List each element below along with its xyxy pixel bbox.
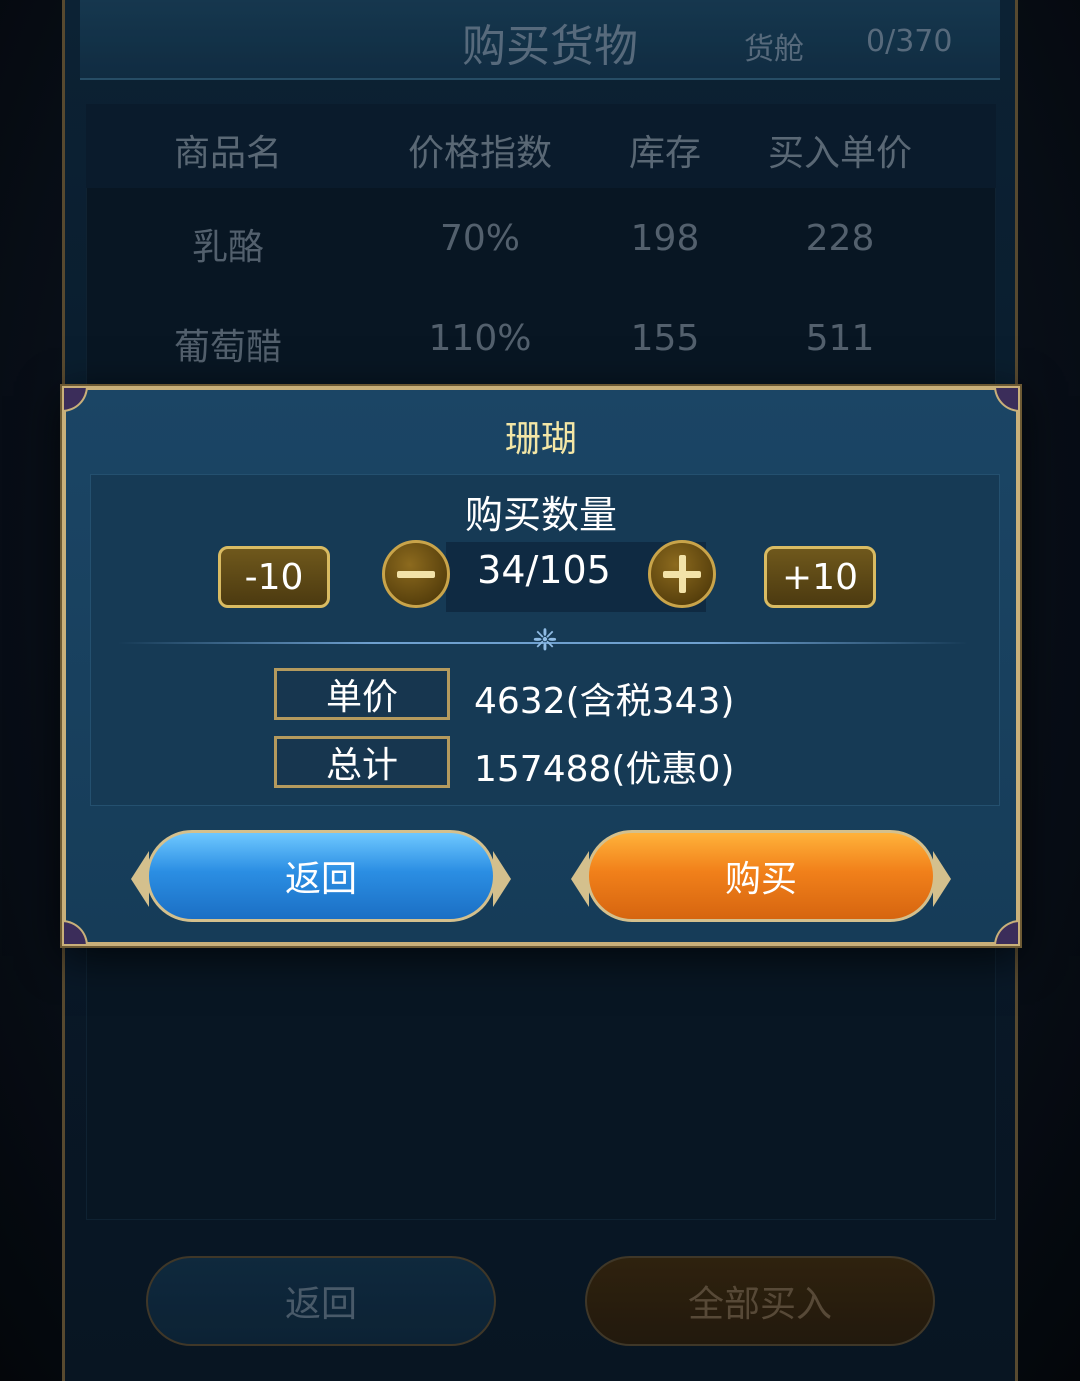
corner-ornament <box>62 386 88 412</box>
increment-button[interactable] <box>648 540 716 608</box>
dialog-item-name: 珊瑚 <box>504 419 577 460</box>
screen: 购买货物 货舱 0/370 商品名 价格指数 库存 买入单价 乳酪 70% 19… <box>0 0 1080 1381</box>
total-label: 总计 <box>274 736 450 788</box>
decrement-button[interactable] <box>382 540 450 608</box>
dialog-back-button[interactable]: 返回 <box>131 830 511 922</box>
unit-price-label: 单价 <box>274 668 450 720</box>
minus-icon <box>397 571 435 578</box>
corner-ornament <box>62 920 88 946</box>
dialog-back-label: 返回 <box>284 859 357 900</box>
corner-ornament <box>994 920 1020 946</box>
purchase-dialog: 珊瑚 购买数量 -10 34/105 +10 ❈ 单价 4632(含税343) … <box>62 386 1020 946</box>
buy-label: 购买 <box>724 859 797 900</box>
plus-10-button[interactable]: +10 <box>764 546 876 608</box>
buy-button[interactable]: 购买 <box>571 830 951 922</box>
unit-price-value: 4632(含税343) <box>474 681 735 722</box>
quantity-value: 34/105 <box>477 548 611 592</box>
total-value: 157488(优惠0) <box>474 749 735 790</box>
minus-10-button[interactable]: -10 <box>218 546 330 608</box>
divider-ornament-icon: ❈ <box>532 623 558 658</box>
quantity-label: 购买数量 <box>464 493 617 537</box>
corner-ornament <box>994 386 1020 412</box>
